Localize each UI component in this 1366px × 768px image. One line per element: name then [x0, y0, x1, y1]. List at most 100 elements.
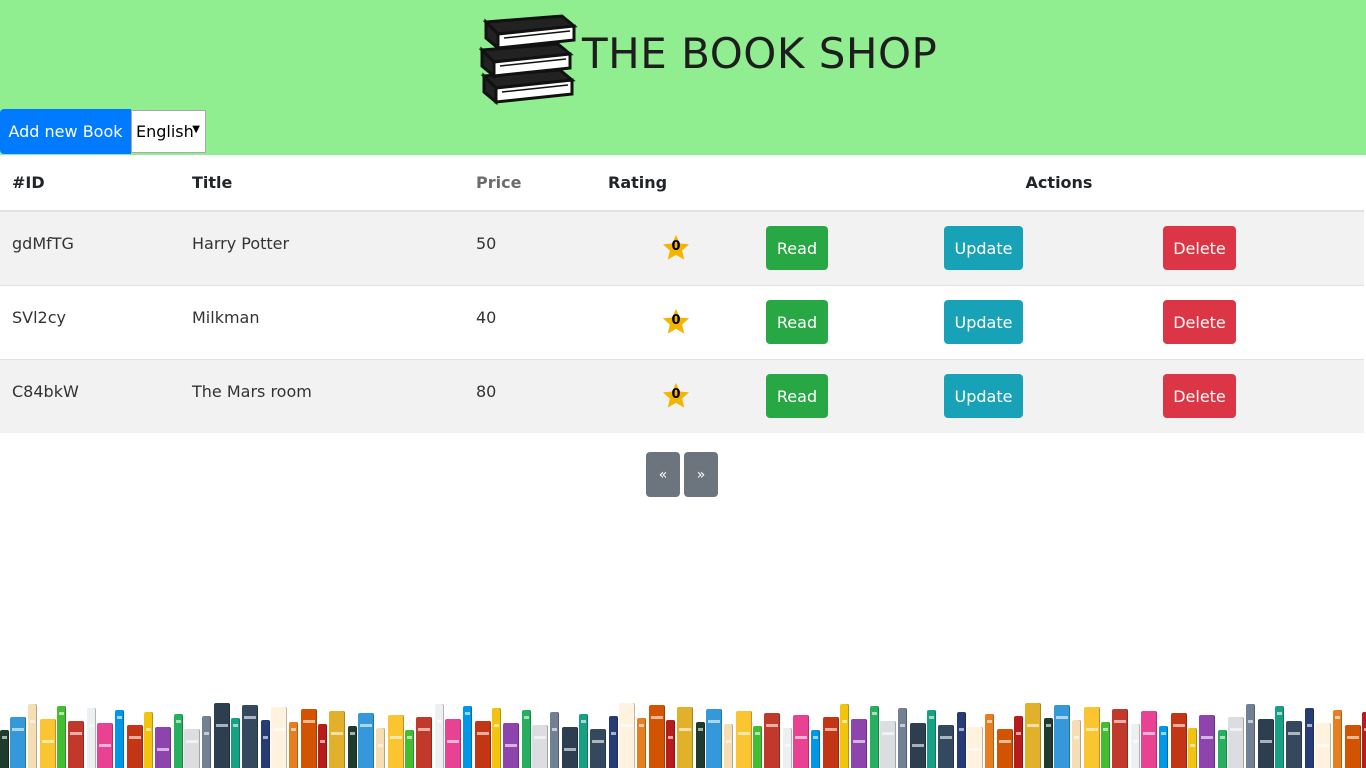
language-select[interactable]: English ▼ [131, 110, 206, 153]
spine-band [30, 720, 35, 723]
spine-band [291, 728, 296, 731]
spine-band [639, 724, 644, 727]
book-spine [1112, 709, 1128, 768]
book-spine [1141, 711, 1157, 768]
book-title: Milkman [180, 284, 464, 359]
read-button[interactable]: Read [766, 300, 828, 344]
book-spine [938, 725, 954, 768]
read-button[interactable]: Read [766, 226, 828, 271]
read-button[interactable]: Read [766, 374, 828, 419]
read-cell: Read [754, 210, 938, 285]
book-spine [1084, 707, 1100, 768]
spine-band [1103, 728, 1108, 731]
delete-button[interactable]: Delete [1163, 226, 1236, 271]
book-spine [1275, 706, 1284, 768]
spine-band [1056, 716, 1068, 719]
book-spine [1218, 730, 1227, 768]
book-spine [706, 709, 722, 768]
spine-band [204, 732, 209, 735]
book-spine [1199, 715, 1215, 768]
book-spine [174, 714, 183, 768]
spine-band [303, 720, 315, 723]
book-spine [1072, 720, 1081, 768]
delete-cell: Delete [1157, 210, 1365, 285]
spine-band [1230, 728, 1242, 731]
book-spine [1333, 710, 1342, 768]
spine-band [89, 724, 94, 727]
rating-star[interactable]: 0 [661, 381, 691, 411]
book-spine [0, 730, 9, 768]
update-cell: Update [938, 358, 1157, 433]
book-spine [1159, 726, 1168, 768]
book-spine [184, 729, 200, 768]
spine-band [872, 712, 877, 715]
book-spine [1315, 723, 1331, 768]
spine-band [1173, 724, 1185, 727]
spine-band [1347, 736, 1359, 739]
spine-band [1046, 724, 1051, 727]
book-spine [851, 719, 867, 768]
book-id: SVl2cy [0, 284, 180, 359]
language-selected-value: English [136, 122, 194, 141]
column-header-title: Title [180, 155, 464, 212]
book-spine [1044, 718, 1053, 768]
book-spine [793, 715, 809, 768]
spine-band [1133, 740, 1138, 743]
spine-band [738, 732, 750, 735]
spine-band [1161, 732, 1166, 735]
update-button[interactable]: Update [944, 374, 1023, 419]
book-spine [1025, 703, 1041, 768]
spine-band [1277, 712, 1282, 715]
delete-cell: Delete [1157, 358, 1365, 433]
spine-band [1114, 720, 1126, 723]
delete-button[interactable]: Delete [1163, 300, 1236, 344]
update-button[interactable]: Update [944, 300, 1023, 344]
rating-star[interactable]: 0 [661, 307, 691, 337]
book-spine [301, 709, 317, 768]
shop-title: THE BOOK SHOP [582, 29, 938, 78]
spine-band [552, 728, 557, 731]
book-spine [115, 710, 124, 768]
spine-band [331, 732, 343, 735]
book-spine [532, 725, 548, 768]
book-spine [289, 722, 298, 768]
book-spine [202, 716, 211, 768]
spine-band [1143, 732, 1155, 735]
book-spine [1101, 722, 1110, 768]
read-cell: Read [754, 284, 938, 359]
rating-value: 0 [671, 239, 681, 255]
rating-value: 0 [671, 313, 681, 328]
book-spine [40, 719, 56, 768]
book-spine [261, 720, 270, 768]
rating-star[interactable]: 0 [661, 233, 691, 263]
book-spine [927, 710, 936, 768]
book-spine [242, 705, 258, 768]
next-page-button[interactable]: » [684, 452, 718, 497]
spine-band [842, 720, 847, 723]
book-spine [376, 728, 385, 768]
spine-band [1201, 736, 1213, 739]
delete-button[interactable]: Delete [1163, 374, 1236, 419]
book-title: The Mars room [180, 358, 464, 433]
spine-band [900, 724, 905, 727]
spine-band [447, 740, 459, 743]
prev-page-button[interactable]: « [646, 452, 680, 497]
spine-band [263, 736, 268, 739]
spine-band [1190, 744, 1195, 747]
spine-band [12, 728, 24, 731]
spine-band [350, 732, 355, 735]
table-row: gdMfTG Harry Potter 50 0 Read Update Del… [0, 210, 1365, 285]
book-spine [910, 723, 926, 768]
spine-band [99, 744, 111, 747]
add-new-book-button[interactable]: Add new Book [0, 109, 131, 154]
spine-band [679, 728, 691, 731]
update-button[interactable]: Update [944, 226, 1023, 271]
book-spine [1258, 719, 1274, 768]
spine-band [766, 724, 778, 727]
chevron-down-icon: ▼ [192, 124, 200, 135]
book-spine [1305, 708, 1314, 768]
column-header-price[interactable]: Price [464, 155, 596, 212]
spine-band [969, 748, 981, 751]
book-spine [764, 713, 780, 768]
book-price: 40 [464, 284, 596, 359]
